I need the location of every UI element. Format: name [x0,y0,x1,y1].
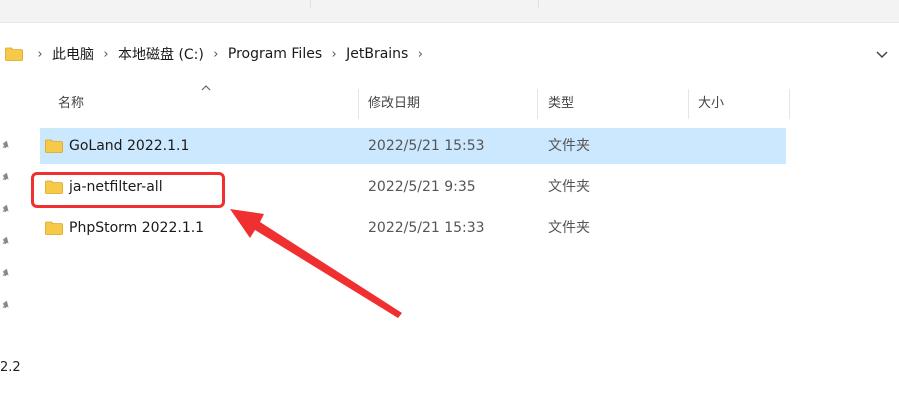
file-modified-date: 2022/5/21 15:53 [368,138,485,154]
column-divider[interactable] [537,89,538,119]
pin-icon[interactable] [0,236,12,248]
breadcrumb: › 此电脑 › 本地磁盘 (C:) › Program Files › JetB… [30,34,430,74]
column-divider[interactable] [358,89,359,119]
column-header-name[interactable]: 名称 [58,87,84,121]
file-modified-date: 2022/5/21 9:35 [368,179,476,195]
chevron-right-icon[interactable]: › [413,47,427,62]
file-type: 文件夹 [548,179,590,195]
column-divider[interactable] [688,89,689,119]
chevron-right-icon[interactable]: › [99,47,113,62]
file-row-goland[interactable]: GoLand 2022.1.1 2022/5/21 15:53 文件夹 [40,128,786,164]
file-modified-date: 2022/5/21 15:33 [368,220,485,236]
folder-icon [45,139,63,153]
pin-icon[interactable] [0,300,12,312]
highlight-box-annotation [31,172,225,208]
column-header-row: 名称 修改日期 类型 大小 [40,85,790,121]
chevron-right-icon[interactable]: › [209,47,223,62]
file-type: 文件夹 [548,138,590,154]
toolbar-divider [538,0,539,8]
pin-icon[interactable] [0,140,12,152]
column-header-size[interactable]: 大小 [698,87,724,121]
breadcrumb-item-program-files[interactable]: Program Files [226,46,324,62]
breadcrumb-item-this-pc[interactable]: 此电脑 [50,44,96,64]
column-header-modified[interactable]: 修改日期 [368,87,420,121]
chevron-down-icon[interactable] [872,44,892,64]
pin-icon[interactable] [0,204,12,216]
pin-icon[interactable] [0,268,12,280]
file-name: GoLand 2022.1.1 [69,138,190,154]
folder-icon [5,47,23,61]
nav-pane-partial-label[interactable]: 2.2 [0,360,21,375]
folder-icon [45,221,63,235]
file-type: 文件夹 [548,220,590,236]
chevron-right-icon[interactable]: › [33,47,47,62]
file-row-phpstorm[interactable]: PhpStorm 2022.1.1 2022/5/21 15:33 文件夹 [40,210,786,246]
chevron-right-icon[interactable]: › [327,47,341,62]
breadcrumb-item-jetbrains[interactable]: JetBrains [344,46,410,62]
sort-up-icon [201,85,211,91]
pin-icon[interactable] [0,172,12,184]
address-bar[interactable]: › 此电脑 › 本地磁盘 (C:) › Program Files › JetB… [0,34,899,74]
column-divider[interactable] [789,89,790,119]
file-name: PhpStorm 2022.1.1 [69,220,205,236]
column-header-type[interactable]: 类型 [548,87,574,121]
breadcrumb-item-local-disk[interactable]: 本地磁盘 (C:) [116,44,206,64]
top-toolbar-strip [0,0,899,23]
toolbar-divider [310,0,311,8]
